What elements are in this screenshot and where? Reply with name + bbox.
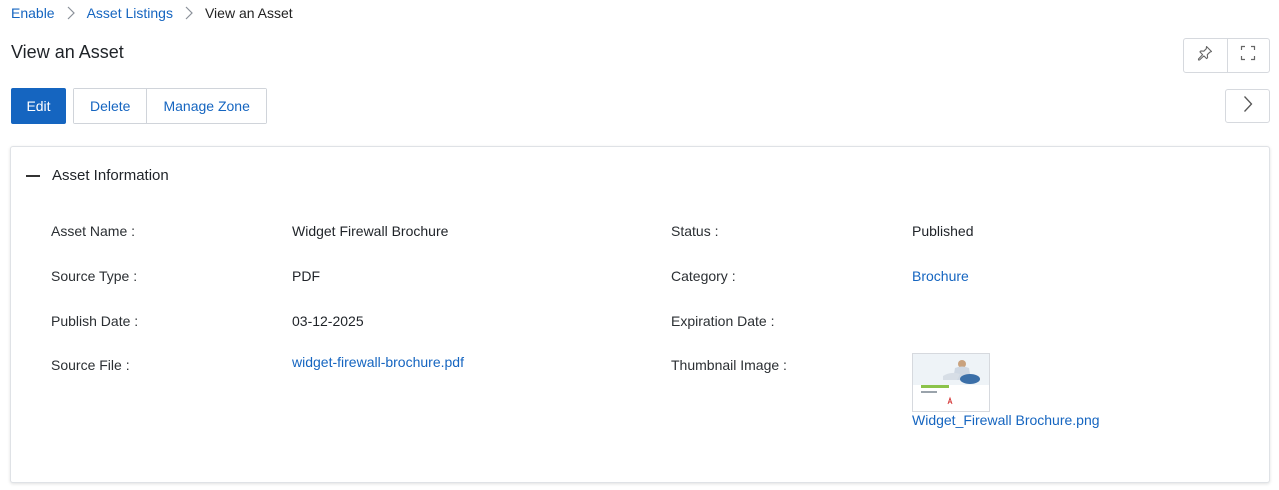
- asset-name-value: Widget Firewall Brochure: [292, 223, 449, 239]
- panel-header[interactable]: Asset Information: [26, 167, 169, 184]
- category-label: Category :: [671, 268, 736, 284]
- source-file-link[interactable]: widget-firewall-brochure.pdf: [292, 354, 464, 370]
- source-type-label: Source Type :: [51, 268, 138, 284]
- expiration-date-label: Expiration Date :: [671, 313, 775, 329]
- fullscreen-icon: [1240, 45, 1256, 66]
- edit-button[interactable]: Edit: [11, 88, 66, 124]
- thumbnail-preview[interactable]: [912, 353, 990, 412]
- thumbnail-file-link[interactable]: Widget_Firewall Brochure.png: [912, 412, 1100, 428]
- breadcrumb-item-current: View an Asset: [204, 5, 293, 21]
- asset-information-panel: Asset Information Asset Name : Widget Fi…: [10, 146, 1270, 483]
- breadcrumb-item-asset-listings[interactable]: Asset Listings: [87, 5, 173, 21]
- source-type-value: PDF: [292, 268, 320, 284]
- status-label: Status :: [671, 223, 719, 239]
- status-value: Published: [912, 223, 974, 239]
- breadcrumb: Enable Asset Listings View an Asset: [11, 4, 293, 22]
- page-title: View an Asset: [11, 42, 124, 62]
- breadcrumb-item-enable[interactable]: Enable: [11, 5, 55, 21]
- delete-button[interactable]: Delete: [74, 89, 147, 123]
- chevron-right-icon: [1243, 95, 1253, 118]
- thumbnail-title-bar: [921, 385, 949, 388]
- pin-icon: [1197, 45, 1213, 66]
- manage-zone-button[interactable]: Manage Zone: [146, 89, 266, 123]
- thumbnail-image-label: Thumbnail Image :: [671, 357, 787, 373]
- action-toolbar: Edit Delete Manage Zone: [11, 88, 267, 124]
- view-controls: [1183, 38, 1270, 73]
- publish-date-label: Publish Date :: [51, 313, 139, 329]
- panel-title: Asset Information: [52, 167, 169, 184]
- category-link[interactable]: Brochure: [912, 268, 969, 284]
- chevron-right-icon: [55, 4, 87, 22]
- source-file-label: Source File :: [51, 357, 130, 373]
- thumbnail-image: [913, 354, 989, 411]
- fullscreen-button[interactable]: [1226, 39, 1270, 72]
- asset-name-label: Asset Name :: [51, 223, 136, 239]
- secondary-button-group: Delete Manage Zone: [73, 88, 267, 124]
- publish-date-value: 03-12-2025: [292, 313, 364, 329]
- next-button[interactable]: [1225, 89, 1270, 123]
- pin-button[interactable]: [1184, 39, 1227, 72]
- minus-icon[interactable]: [26, 169, 40, 183]
- chevron-right-icon: [173, 4, 205, 22]
